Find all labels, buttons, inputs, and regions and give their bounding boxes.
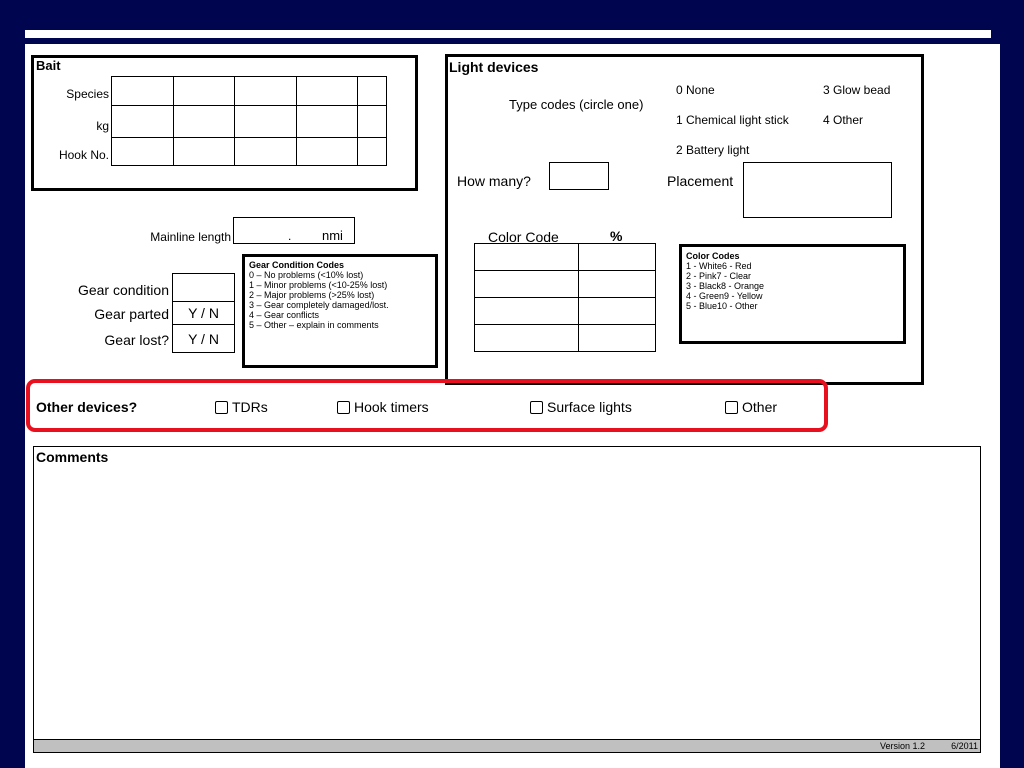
bait-label-kg: kg — [96, 119, 109, 133]
type-code-item: 0 None — [676, 83, 715, 97]
gear-code-item: 4 – Gear conflicts — [249, 310, 320, 320]
other-label: Other — [742, 399, 778, 415]
comments-box[interactable] — [33, 446, 981, 740]
bait-grid — [111, 76, 387, 166]
gear-lost-label: Gear lost? — [104, 332, 169, 348]
checkbox-icon — [337, 401, 350, 414]
bait-cell[interactable] — [234, 137, 297, 166]
other-checkbox[interactable]: Other — [725, 399, 777, 415]
color-code-cell[interactable] — [474, 297, 579, 325]
bait-cell[interactable] — [296, 105, 358, 138]
how-many-input[interactable] — [549, 162, 609, 190]
percent-cell[interactable] — [578, 243, 656, 271]
hook-timers-label: Hook timers — [354, 399, 429, 415]
color-code-item: 4 - Green9 - Yellow — [686, 291, 763, 301]
bait-cell[interactable] — [234, 76, 297, 106]
bait-cell[interactable] — [357, 105, 387, 138]
version-text: Version 1.2 — [879, 741, 925, 751]
color-code-cell[interactable] — [474, 243, 579, 271]
gear-code-item: 5 – Other – explain in comments — [249, 320, 379, 330]
gear-parted-label: Gear parted — [94, 306, 169, 322]
checkbox-icon — [215, 401, 228, 414]
type-code-item: 4 Other — [823, 113, 864, 127]
how-many-label: How many? — [457, 173, 531, 189]
percent-cell[interactable] — [578, 270, 656, 298]
date-text: 6/2011 — [951, 741, 978, 751]
gear-status-grid: Y / N Y / N — [172, 273, 235, 353]
bait-cell[interactable] — [357, 137, 387, 166]
color-codes-title: Color Codes — [686, 251, 740, 261]
footer-bar: Version 1.2 6/2011 — [33, 740, 981, 753]
placement-input[interactable] — [743, 162, 892, 218]
type-code-item: 1 Chemical light stick — [676, 113, 789, 127]
checkbox-icon — [530, 401, 543, 414]
bait-cell[interactable] — [296, 76, 358, 106]
percent-cell[interactable] — [578, 324, 656, 352]
bait-label-species: Species — [66, 87, 109, 101]
gear-condition-label: Gear condition — [77, 282, 169, 298]
gear-code-item: 2 – Major problems (>25% lost) — [249, 290, 375, 300]
placement-label: Placement — [667, 173, 734, 189]
color-codes-box: Color Codes 1 - White6 - Red 2 - Pink7 -… — [679, 244, 906, 344]
bait-cell[interactable] — [111, 105, 174, 138]
color-code-grid — [474, 243, 656, 352]
gear-condition-codes-box: Gear Condition Codes 0 – No problems (<1… — [242, 254, 438, 368]
gear-code-item: 3 – Gear completely damaged/lost. — [249, 300, 389, 310]
type-code-item: 3 Glow bead — [823, 83, 891, 97]
surface-lights-checkbox[interactable]: Surface lights — [530, 399, 632, 415]
type-code-item: 2 Battery light — [676, 143, 750, 157]
mainline-label: Mainline length — [150, 230, 231, 244]
color-code-cell[interactable] — [474, 324, 579, 352]
color-code-cell[interactable] — [474, 270, 579, 298]
light-devices-title: Light devices — [449, 59, 539, 75]
gear-code-item: 1 – Minor problems (<10-25% lost) — [249, 280, 388, 290]
color-code-item: 3 - Black8 - Orange — [686, 281, 765, 291]
bait-cell[interactable] — [111, 137, 174, 166]
hook-timers-checkbox[interactable]: Hook timers — [337, 399, 429, 415]
data-form-sheet: Bait Species kg Hook No. Mainline length — [25, 44, 1000, 768]
top-rule — [25, 30, 991, 38]
bait-cell[interactable] — [234, 105, 297, 138]
comments-label: Comments — [36, 449, 109, 465]
bait-cell[interactable] — [111, 76, 174, 106]
gear-lost-value[interactable]: Y / N — [172, 324, 235, 353]
bait-cell[interactable] — [173, 76, 235, 106]
bait-cell[interactable] — [173, 137, 235, 166]
bait-cell[interactable] — [296, 137, 358, 166]
bait-title: Bait — [36, 58, 61, 73]
percent-header: % — [610, 228, 623, 244]
gear-parted-value[interactable]: Y / N — [172, 301, 235, 325]
surface-lights-label: Surface lights — [547, 399, 632, 415]
tdrs-label: TDRs — [232, 399, 268, 415]
checkbox-icon — [725, 401, 738, 414]
gear-codes-title: Gear Condition Codes — [249, 260, 345, 270]
gear-condition-input[interactable] — [172, 273, 235, 302]
gear-code-item: 0 – No problems (<10% lost) — [249, 270, 364, 280]
bait-cell[interactable] — [357, 76, 387, 106]
color-code-item: 1 - White6 - Red — [686, 261, 752, 271]
bait-cell[interactable] — [173, 105, 235, 138]
mainline-decimal: . — [288, 229, 292, 243]
other-devices-label: Other devices? — [36, 399, 138, 415]
color-code-item: 5 - Blue10 - Other — [686, 301, 758, 311]
mainline-unit: nmi — [322, 228, 343, 243]
type-codes-label: Type codes (circle one) — [509, 97, 644, 112]
mainline-input[interactable]: . nmi — [233, 217, 355, 244]
tdrs-checkbox[interactable]: TDRs — [215, 399, 268, 415]
bait-label-hook-no: Hook No. — [58, 148, 109, 162]
percent-cell[interactable] — [578, 297, 656, 325]
color-code-item: 2 - Pink7 - Clear — [686, 271, 752, 281]
